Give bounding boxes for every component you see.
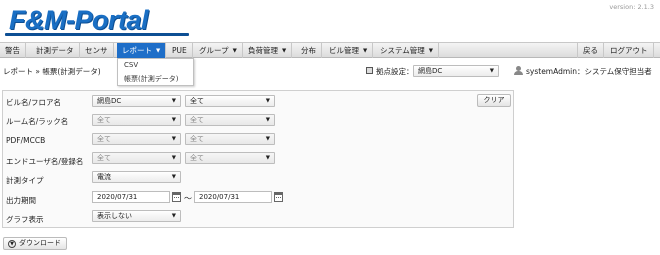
pdf-select[interactable]: 全て ▼ [92,133,181,145]
menu-report[interactable]: レポート ▼ [117,43,167,58]
room-select[interactable]: 全て ▼ [92,114,181,126]
menu-measurement-data-label: 計測データ [36,46,74,55]
building-select-value: 網島DC [97,97,122,105]
menu-distribution-label: 分布 [301,46,316,55]
report-dropdown-menu: CSV 帳票(計測データ) [117,58,194,86]
menu-pue[interactable]: PUE [167,43,193,58]
menu-distribution[interactable]: 分布 [296,43,322,58]
pdf-mccb-label: PDF/MCCB [6,136,46,145]
menu-group[interactable]: グループ ▼ [194,43,243,58]
rack-select-value: 全て [190,116,204,124]
main-menubar: 警告 計測データ センサ レポート ▼ PUE グループ ▼ 負荷管理 ▼ 分布 ビル… [0,42,660,58]
menu-back-label: 戻る [583,46,598,55]
dropdown-item-csv[interactable]: CSV [124,61,138,69]
menu-load-management[interactable]: 負荷管理 ▼ [243,43,293,58]
chevron-down-icon: ▼ [171,174,176,180]
menu-back[interactable]: 戻る [577,43,604,58]
building-select[interactable]: 網島DC ▼ [92,95,181,107]
room-select-value: 全て [97,116,111,124]
measurement-type-select[interactable]: 電流 ▼ [92,171,181,183]
date-to-input[interactable]: 2020/07/31 [194,191,272,203]
menu-building-management-label: ビル管理 [329,46,359,55]
chevron-down-icon: ▼ [232,48,237,54]
menu-measurement-data[interactable]: 計測データ [31,43,80,58]
menu-group-label: グループ [199,46,229,55]
version-label: version: 2.1.3 [609,3,654,11]
end-user-select[interactable]: 全て ▼ [92,152,181,164]
menu-building-management[interactable]: ビル管理 ▼ [324,43,374,58]
mccb-select-value: 全て [190,135,204,143]
breadcrumb: レポート » 帳票(計測データ) [3,67,101,76]
site-select[interactable]: 網島DC ▼ [413,65,499,77]
chevron-down-icon: ▼ [265,155,270,161]
menu-pue-label: PUE [172,46,187,55]
measurement-type-label: 計測タイプ [6,176,44,185]
chevron-down-icon: ▼ [265,136,270,142]
measurement-type-value: 電流 [97,173,111,181]
menu-logout-label: ログアウト [610,46,648,55]
site-setting-label: 拠点設定： [376,67,414,76]
user-icon [514,66,523,75]
chevron-down-icon: ▼ [428,48,434,54]
menu-report-label: レポート [122,46,152,55]
graph-display-select[interactable]: 表示しない ▼ [92,210,181,222]
menu-alert[interactable]: 警告 [0,43,26,58]
building-floor-label: ビル名/フロア名 [6,98,62,107]
logo-underline [5,33,189,36]
pdf-select-value: 全て [97,135,111,143]
download-label: ダウンロード [19,239,61,247]
menu-alert-label: 警告 [5,46,20,55]
output-period-label: 出力期間 [6,196,36,205]
site-icon [366,67,373,74]
chevron-down-icon: ▼ [282,48,287,54]
chevron-down-icon: ▼ [489,68,494,74]
end-user-select-value: 全て [97,154,111,162]
menu-logout[interactable]: ログアウト [605,43,654,58]
clear-button[interactable]: クリア [477,94,511,107]
logo-text: F&M-Portal [9,5,149,35]
chevron-down-icon: ▼ [171,213,176,219]
dropdown-item-report-form[interactable]: 帳票(計測データ) [124,74,178,84]
chevron-down-icon: ▼ [156,48,161,54]
date-from-input[interactable]: 2020/07/31 [92,191,170,203]
user-label: systemAdmin：システム保守担当者 [526,67,652,76]
menu-system-management[interactable]: システム管理 ▼ [375,43,440,58]
chevron-down-icon: ▼ [363,48,368,54]
chevron-down-icon: ▼ [171,98,176,104]
download-button[interactable]: ▼ ダウンロード [3,237,67,250]
room-rack-label: ルーム名/ラック名 [6,117,69,126]
floor-select-value: 全て [190,97,204,105]
registered-name-select-value: 全て [190,154,204,162]
chevron-down-icon: ▼ [171,136,176,142]
calendar-icon[interactable] [274,192,283,202]
calendar-icon[interactable] [172,192,181,202]
fm-portal-logo: F&M-Portal [3,3,189,36]
menu-sensor-label: センサ [85,46,108,55]
chevron-down-icon: ▼ [265,98,270,104]
mccb-select[interactable]: 全て ▼ [185,133,275,145]
chevron-down-icon: ▼ [171,117,176,123]
graph-display-value: 表示しない [97,212,132,220]
end-user-label: エンドユーザ名/登録名 [6,157,84,166]
download-icon: ▼ [8,240,16,248]
menu-sensor[interactable]: センサ [80,43,114,58]
chevron-down-icon: ▼ [265,117,270,123]
graph-display-label: グラフ表示 [6,215,44,224]
rack-select[interactable]: 全て ▼ [185,114,275,126]
floor-select[interactable]: 全て ▼ [185,95,275,107]
chevron-down-icon: ▼ [171,155,176,161]
header: F&M-Portal version: 2.1.3 [0,0,660,42]
menu-system-management-label: システム管理 [380,46,425,55]
menu-load-management-label: 負荷管理 [248,46,278,55]
registered-name-select[interactable]: 全て ▼ [185,152,275,164]
site-select-value: 網島DC [418,67,443,75]
date-range-separator: ～ [184,194,192,203]
